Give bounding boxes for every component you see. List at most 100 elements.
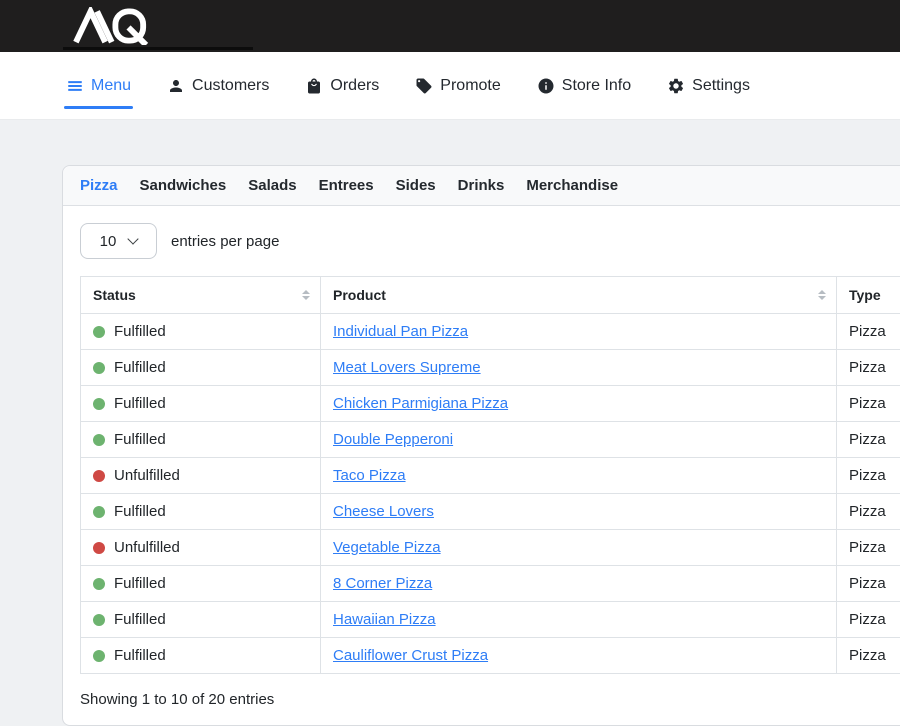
- product-link[interactable]: Taco Pizza: [333, 467, 406, 484]
- gear-icon: [667, 77, 685, 95]
- active-nav-underline: [64, 106, 133, 109]
- hamburger-icon: [66, 77, 84, 95]
- nav-item-store-info[interactable]: Store Info: [537, 77, 631, 95]
- status-dot-icon: [93, 614, 105, 626]
- table-controls: 10 entries per page: [80, 223, 900, 259]
- status-cell: Fulfilled: [81, 638, 321, 674]
- status-label: Fulfilled: [114, 503, 166, 520]
- product-link[interactable]: Vegetable Pizza: [333, 539, 441, 556]
- product-cell: Cauliflower Crust Pizza: [321, 638, 837, 674]
- status-cell: Unfulfilled: [81, 530, 321, 566]
- table-row: Unfulfilled Taco Pizza Pizza: [81, 458, 900, 494]
- status-dot-icon: [93, 434, 105, 446]
- type-cell: Pizza: [837, 314, 900, 350]
- product-cell: Vegetable Pizza: [321, 530, 837, 566]
- sort-arrows-icon[interactable]: [818, 290, 826, 300]
- nav-item-label: Store Info: [562, 77, 631, 95]
- column-header-type[interactable]: Type: [837, 277, 900, 314]
- sort-arrows-icon[interactable]: [302, 290, 310, 300]
- nav-item-settings[interactable]: Settings: [667, 77, 750, 95]
- product-link[interactable]: Double Pepperoni: [333, 431, 453, 448]
- product-link[interactable]: Individual Pan Pizza: [333, 323, 468, 340]
- person-icon: [167, 77, 185, 95]
- column-header-product[interactable]: Product: [321, 277, 837, 314]
- status-dot-icon: [93, 650, 105, 662]
- status-label: Fulfilled: [114, 359, 166, 376]
- column-header-status[interactable]: Status: [81, 277, 321, 314]
- tab-salads[interactable]: Salads: [248, 177, 296, 194]
- type-cell: Pizza: [837, 494, 900, 530]
- nav-item-label: Menu: [91, 77, 131, 95]
- type-cell: Pizza: [837, 386, 900, 422]
- entries-label: entries per page: [171, 233, 279, 250]
- status-dot-icon: [93, 506, 105, 518]
- status-cell: Unfulfilled: [81, 458, 321, 494]
- status-dot-icon: [93, 542, 105, 554]
- tab-entrees[interactable]: Entrees: [319, 177, 374, 194]
- table-row: Fulfilled Chicken Parmigiana Pizza Pizza: [81, 386, 900, 422]
- status-label: Unfulfilled: [114, 467, 180, 484]
- nav-item-label: Customers: [192, 77, 269, 95]
- nav-item-customers[interactable]: Customers: [167, 77, 269, 95]
- status-dot-icon: [93, 578, 105, 590]
- tab-drinks[interactable]: Drinks: [458, 177, 505, 194]
- tab-sandwiches[interactable]: Sandwiches: [140, 177, 227, 194]
- type-cell: Pizza: [837, 350, 900, 386]
- product-link[interactable]: 8 Corner Pizza: [333, 575, 432, 592]
- type-cell: Pizza: [837, 458, 900, 494]
- status-label: Unfulfilled: [114, 539, 180, 556]
- product-link[interactable]: Hawaiian Pizza: [333, 611, 436, 628]
- status-cell: Fulfilled: [81, 422, 321, 458]
- table-row: FulfilledDouble PepperoniPizza: [81, 422, 900, 458]
- table-row: Unfulfilled Vegetable Pizza Pizza: [81, 530, 900, 566]
- brand-logo[interactable]: [64, 7, 158, 45]
- table-row: FulfilledCauliflower Crust PizzaPizza: [81, 638, 900, 674]
- table-row: Fulfilled8 Corner PizzaPizza: [81, 566, 900, 602]
- aiq-logo-icon: [64, 7, 158, 45]
- status-cell: Fulfilled: [81, 602, 321, 638]
- product-link[interactable]: Cauliflower Crust Pizza: [333, 647, 488, 664]
- table-row: FulfilledIndividual Pan PizzaPizza: [81, 314, 900, 350]
- top-brand-bar: [0, 0, 900, 52]
- nav-item-label: Orders: [330, 77, 379, 95]
- tag-icon: [415, 77, 433, 95]
- product-cell: Taco Pizza: [321, 458, 837, 494]
- product-link[interactable]: Chicken Parmigiana Pizza: [333, 395, 508, 412]
- tab-pizza[interactable]: Pizza: [80, 177, 118, 194]
- nav-item-promote[interactable]: Promote: [415, 77, 500, 95]
- product-cell: Cheese Lovers: [321, 494, 837, 530]
- status-label: Fulfilled: [114, 395, 166, 412]
- tab-merchandise[interactable]: Merchandise: [526, 177, 618, 194]
- product-cell: Chicken Parmigiana Pizza: [321, 386, 837, 422]
- chevron-down-icon: [128, 233, 139, 244]
- tab-sides[interactable]: Sides: [396, 177, 436, 194]
- table-row: Fulfilled Cheese Lovers Pizza: [81, 494, 900, 530]
- column-label: Product: [333, 287, 386, 303]
- status-cell: Fulfilled: [81, 386, 321, 422]
- status-label: Fulfilled: [114, 647, 166, 664]
- status-dot-icon: [93, 398, 105, 410]
- entries-select-value: 10: [100, 233, 117, 250]
- nav-item-orders[interactable]: Orders: [305, 77, 379, 95]
- status-cell: Fulfilled: [81, 566, 321, 602]
- status-cell: Fulfilled: [81, 350, 321, 386]
- table-info: Showing 1 to 10 of 20 entries: [80, 691, 900, 708]
- main-navbar: Menu Customers Orders Promote Store Info Sett…: [0, 52, 900, 120]
- nav-item-menu[interactable]: Menu: [66, 77, 131, 95]
- product-cell: Meat Lovers Supreme: [321, 350, 837, 386]
- status-label: Fulfilled: [114, 611, 166, 628]
- product-link[interactable]: Meat Lovers Supreme: [333, 359, 481, 376]
- status-dot-icon: [93, 326, 105, 338]
- product-link[interactable]: Cheese Lovers: [333, 503, 434, 520]
- status-dot-icon: [93, 362, 105, 374]
- entries-select[interactable]: 10: [80, 223, 157, 259]
- nav-item-label: Promote: [440, 77, 500, 95]
- status-label: Fulfilled: [114, 575, 166, 592]
- nav-item-label: Settings: [692, 77, 750, 95]
- products-table: Status Product Type Fulfilled Individual Pa…: [80, 276, 900, 674]
- status-cell: Fulfilled: [81, 494, 321, 530]
- type-cell: Pizza: [837, 602, 900, 638]
- product-cell: Individual Pan Pizza: [321, 314, 837, 350]
- type-cell: Pizza: [837, 530, 900, 566]
- table-header-row: Status Product Type: [81, 277, 900, 314]
